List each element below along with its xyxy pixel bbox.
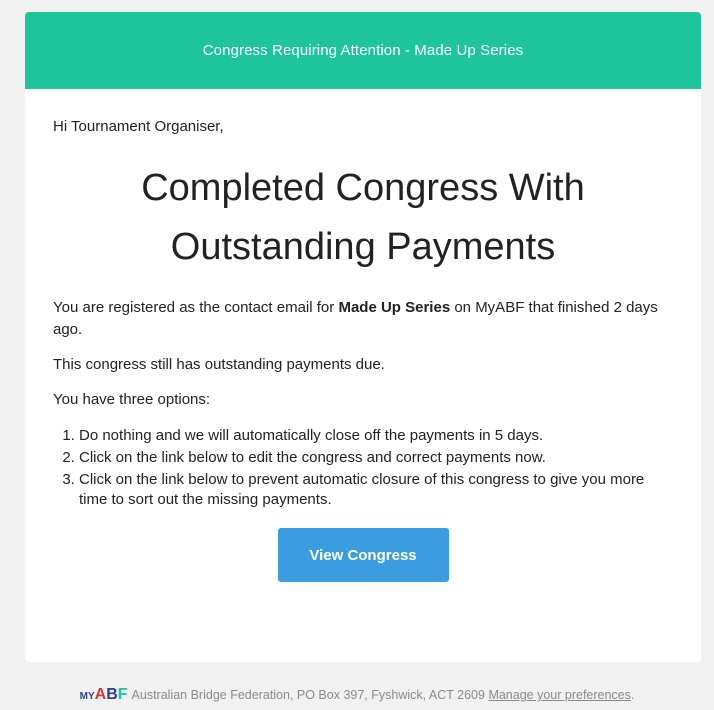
footer-trailing: . xyxy=(630,688,635,702)
options-intro: You have three options: xyxy=(53,391,211,408)
myabf-logo: MYABF xyxy=(80,686,128,704)
option-item: Click on the link below to edit the cong… xyxy=(79,448,673,468)
greeting: Hi Tournament Organiser, xyxy=(53,118,224,135)
view-congress-button[interactable]: View Congress xyxy=(277,528,449,582)
status-paragraph: This congress still has outstanding paym… xyxy=(53,356,385,373)
footer-address: Australian Bridge Federation, PO Box 397… xyxy=(131,688,485,702)
logo-f: F xyxy=(117,686,128,703)
option-item: Click on the link below to prevent autom… xyxy=(79,470,673,510)
logo-b: B xyxy=(106,686,118,703)
banner-title: Congress Requiring Attention - Made Up S… xyxy=(202,42,524,59)
logo-a: A xyxy=(94,686,107,703)
headline-line-1: Completed Congress With xyxy=(141,167,585,209)
email-footer: MYABF Australian Bridge Federation, PO Bo… xyxy=(0,686,714,704)
logo-my: MY xyxy=(79,691,95,702)
headline-line-2: Outstanding Payments xyxy=(170,226,556,268)
email-page: Congress Requiring Attention - Made Up S… xyxy=(0,0,714,710)
cta-wrapper: View Congress xyxy=(53,528,673,582)
options-list: Do nothing and we will automatically clo… xyxy=(53,426,673,510)
intro-paragraph: You are registered as the contact email … xyxy=(53,297,673,341)
intro-text-before: You are registered as the contact email … xyxy=(53,299,339,316)
email-card: Congress Requiring Attention - Made Up S… xyxy=(25,12,701,662)
manage-preferences-link[interactable]: Manage your preferences xyxy=(488,688,630,702)
header-banner: Congress Requiring Attention - Made Up S… xyxy=(25,12,701,89)
congress-name: Made Up Series xyxy=(338,299,451,316)
email-content: Hi Tournament Organiser, Completed Congr… xyxy=(25,118,701,582)
headline: Completed Congress With Outstanding Paym… xyxy=(53,159,673,277)
option-item: Do nothing and we will automatically clo… xyxy=(79,426,673,446)
